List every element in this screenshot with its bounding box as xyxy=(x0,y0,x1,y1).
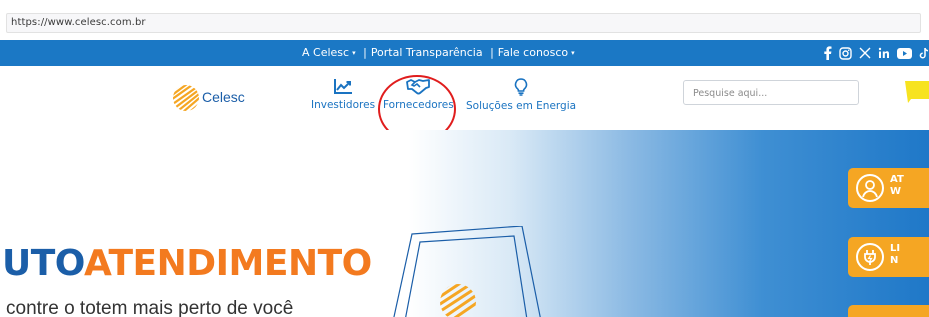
chevron-down-icon: ▾ xyxy=(571,49,575,57)
nav-label: Fornecedores xyxy=(383,99,454,111)
site-header: Celesc Investidores Fornecedores Soluçõe… xyxy=(0,66,929,130)
top-bar: A Celesc ▾ | Portal Transparência | Fale co… xyxy=(0,40,929,66)
social-links xyxy=(823,45,929,61)
totem-sun-logo xyxy=(440,284,476,317)
celesc-logo[interactable]: Celesc xyxy=(172,76,262,120)
x-twitter-icon[interactable] xyxy=(859,46,871,60)
top-link-a-celesc[interactable]: A Celesc ▾ xyxy=(302,46,356,59)
url-text: https://www.celesc.com.br xyxy=(11,17,146,28)
power-plug-icon xyxy=(856,243,884,271)
hero-title: UTOATENDIMENTO xyxy=(2,243,372,284)
nav-solucoes-em-energia[interactable]: Soluções em Energia xyxy=(466,78,576,112)
nav-fornecedores[interactable]: Fornecedores xyxy=(383,78,454,111)
address-field[interactable]: https://www.celesc.com.br xyxy=(6,13,921,33)
tiktok-icon[interactable] xyxy=(919,46,929,60)
lightbulb-icon xyxy=(514,78,528,96)
chart-up-icon xyxy=(334,79,353,94)
handshake-icon xyxy=(406,79,431,95)
side-button-third[interactable] xyxy=(848,305,929,317)
top-links: A Celesc ▾ | Portal Transparência | Fale co… xyxy=(302,46,575,59)
top-link-portal-transparencia[interactable]: Portal Transparência xyxy=(371,46,483,59)
separator: | xyxy=(363,46,367,59)
side-button-ligacao[interactable]: LI N xyxy=(848,237,929,277)
nav-label: Soluções em Energia xyxy=(466,100,577,112)
chevron-down-icon: ▾ xyxy=(352,49,356,57)
hero-subtitle: contre o totem mais perto de você xyxy=(6,298,294,317)
youtube-icon[interactable] xyxy=(897,46,912,60)
separator: | xyxy=(490,46,494,59)
flag-icon[interactable] xyxy=(901,79,929,105)
search-box[interactable] xyxy=(683,80,859,105)
person-icon xyxy=(856,174,884,202)
totem-illustration xyxy=(393,226,541,317)
logo-text: Celesc xyxy=(202,89,245,105)
top-link-fale-conosco[interactable]: Fale conosco ▾ xyxy=(498,46,575,59)
hero-banner: UTOATENDIMENTO contre o totem mais perto… xyxy=(0,130,929,317)
side-button-atendimento[interactable]: AT W xyxy=(848,168,929,208)
nav-label: Investidores xyxy=(311,99,376,111)
search-input[interactable] xyxy=(684,82,844,105)
instagram-icon[interactable] xyxy=(839,46,852,60)
facebook-icon[interactable] xyxy=(823,46,832,60)
celesc-sun-icon xyxy=(173,85,199,111)
linkedin-icon[interactable] xyxy=(878,46,890,60)
browser-url-bar: https://www.celesc.com.br xyxy=(0,0,929,40)
nav-investidores[interactable]: Investidores xyxy=(311,78,375,111)
